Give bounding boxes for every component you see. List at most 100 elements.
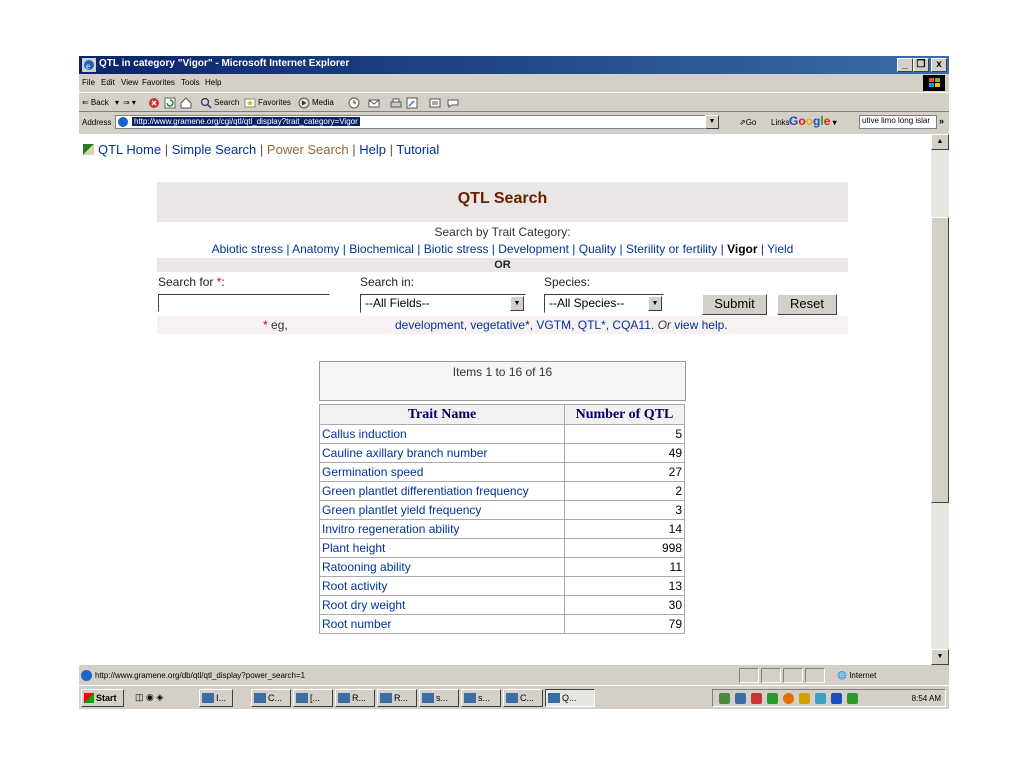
species-select[interactable]: --All Species-- ▼	[544, 294, 664, 313]
hint-example-links[interactable]: development, vegetative*, VGTM, QTL*, CQ…	[395, 318, 654, 332]
home-icon[interactable]	[180, 97, 192, 109]
clock[interactable]: 8:54 AM	[912, 694, 941, 703]
start-button[interactable]: Start	[81, 689, 124, 707]
view-help-link[interactable]: view help.	[674, 318, 727, 332]
history-icon[interactable]	[348, 97, 360, 109]
search-input[interactable]	[158, 294, 330, 312]
submit-button[interactable]: Submit	[702, 294, 767, 315]
address-url[interactable]: http://www.gramene.org/cgi/qtl/qtl_displ…	[132, 117, 360, 126]
google-toolbar-logo[interactable]: Google ▾	[789, 114, 837, 128]
search-field-select[interactable]: --All Fields-- ▼	[360, 294, 526, 313]
category-abiotic-stress[interactable]: Abiotic stress	[212, 242, 283, 256]
messenger-icon[interactable]	[447, 97, 459, 109]
category-links: Abiotic stress | Anatomy | Biochemical |…	[211, 242, 794, 256]
category-anatomy[interactable]: Anatomy	[292, 242, 339, 256]
taskbar-item[interactable]: R...	[335, 689, 375, 707]
mail-app-icon	[254, 693, 266, 703]
maximize-button[interactable]: ❐	[913, 58, 929, 72]
taskbar-item[interactable]: s...	[419, 689, 459, 707]
taskbar-item-label: [...	[310, 693, 321, 703]
google-search-input[interactable]: utive limo long islar	[859, 115, 937, 129]
menu-help[interactable]: Help	[205, 78, 221, 87]
mail-icon[interactable]	[368, 97, 380, 109]
taskbar-item[interactable]: C...	[251, 689, 291, 707]
tray-icon[interactable]	[799, 693, 810, 704]
chevron-down-icon[interactable]: ▼	[510, 296, 524, 311]
address-input[interactable]: http://www.gramene.org/cgi/qtl/qtl_displ…	[115, 115, 719, 129]
quick-launch-icons[interactable]: ◫ ◉ ◈	[135, 692, 163, 703]
links-label[interactable]: Links	[771, 118, 790, 127]
signal-icon[interactable]	[847, 693, 858, 704]
tray-icon[interactable]	[719, 693, 730, 704]
nav-power-search[interactable]: Power Search	[267, 142, 349, 157]
tray-icon[interactable]	[815, 693, 826, 704]
favorites-icon[interactable]	[244, 97, 256, 109]
minimize-button[interactable]: _	[897, 58, 913, 72]
back-dropdown-icon[interactable]: ▾	[115, 98, 119, 107]
category-biotic-stress[interactable]: Biotic stress	[424, 242, 489, 256]
vertical-scrollbar[interactable]: ▲ ▼	[931, 134, 949, 665]
scroll-thumb[interactable]	[931, 217, 949, 503]
tray-icon[interactable]	[783, 693, 794, 704]
refresh-icon[interactable]	[164, 97, 176, 109]
go-button[interactable]: ⇗Go	[739, 118, 756, 127]
column-header-trait[interactable]: Trait Name	[319, 404, 565, 425]
trait-name-link[interactable]: Cauline axillary branch number	[319, 443, 565, 463]
trait-name-link[interactable]: Root number	[319, 614, 565, 634]
media-icon[interactable]	[298, 97, 310, 109]
menu-edit[interactable]: Edit	[101, 78, 115, 87]
tray-icon[interactable]	[751, 693, 762, 704]
print-icon[interactable]	[390, 97, 402, 109]
search-icon[interactable]	[200, 97, 212, 109]
taskbar-item-active[interactable]: Q...	[545, 689, 595, 707]
trait-name-link[interactable]: Green plantlet differentiation frequency	[319, 481, 565, 501]
menu-favorites[interactable]: Favorites	[142, 78, 175, 87]
search-label[interactable]: Search	[214, 98, 239, 107]
trait-name-link[interactable]: Germination speed	[319, 462, 565, 482]
nav-tutorial[interactable]: Tutorial	[396, 142, 439, 157]
menu-tools[interactable]: Tools	[181, 78, 200, 87]
taskbar-item[interactable]: [...	[293, 689, 333, 707]
taskbar-item[interactable]: I...	[199, 689, 233, 707]
scroll-down-icon[interactable]: ▼	[931, 649, 949, 665]
shield-icon[interactable]	[831, 693, 842, 704]
toolbar-chevron-icon[interactable]: »	[939, 116, 944, 126]
menu-file[interactable]: File	[82, 78, 95, 87]
category-yield[interactable]: Yield	[767, 242, 793, 256]
favorites-label[interactable]: Favorites	[258, 98, 291, 107]
stop-icon[interactable]	[148, 97, 160, 109]
nav-qtl-home[interactable]: QTL Home	[98, 142, 161, 157]
flag-icon[interactable]	[767, 693, 778, 704]
trait-name-link[interactable]: Plant height	[319, 538, 565, 558]
taskbar-item[interactable]: R...	[377, 689, 417, 707]
category-biochemical[interactable]: Biochemical	[349, 242, 414, 256]
trait-name-link[interactable]: Root activity	[319, 576, 565, 596]
edit-icon[interactable]	[406, 97, 418, 109]
back-button[interactable]: ⇐ Back	[82, 98, 109, 107]
trait-name-link[interactable]: Ratooning ability	[319, 557, 565, 577]
discuss-icon[interactable]	[429, 97, 441, 109]
category-quality[interactable]: Quality	[579, 242, 616, 256]
document-icon	[422, 693, 434, 703]
trait-name-link[interactable]: Invitro regeneration ability	[319, 519, 565, 539]
media-label[interactable]: Media	[312, 98, 334, 107]
menu-view[interactable]: View	[121, 78, 138, 87]
page-title: QTL Search	[457, 190, 548, 207]
trait-name-link[interactable]: Root dry weight	[319, 595, 565, 615]
trait-name-link[interactable]: Green plantlet yield frequency	[319, 500, 565, 520]
category-development[interactable]: Development	[498, 242, 569, 256]
address-dropdown-icon[interactable]: ▼	[705, 115, 719, 129]
close-button[interactable]: x	[931, 58, 947, 72]
network-icon[interactable]	[735, 693, 746, 704]
column-header-number[interactable]: Number of QTL	[564, 404, 685, 425]
category-sterility[interactable]: Sterility or fertility	[626, 242, 717, 256]
nav-simple-search[interactable]: Simple Search	[172, 142, 257, 157]
chevron-down-icon[interactable]: ▼	[648, 296, 662, 311]
taskbar-item[interactable]: C...	[503, 689, 543, 707]
taskbar-item[interactable]: s...	[461, 689, 501, 707]
nav-help[interactable]: Help	[359, 142, 386, 157]
forward-button[interactable]: ⇒ ▾	[123, 98, 136, 107]
reset-button[interactable]: Reset	[777, 294, 837, 315]
scroll-up-icon[interactable]: ▲	[931, 134, 949, 150]
trait-name-link[interactable]: Callus induction	[319, 424, 565, 444]
